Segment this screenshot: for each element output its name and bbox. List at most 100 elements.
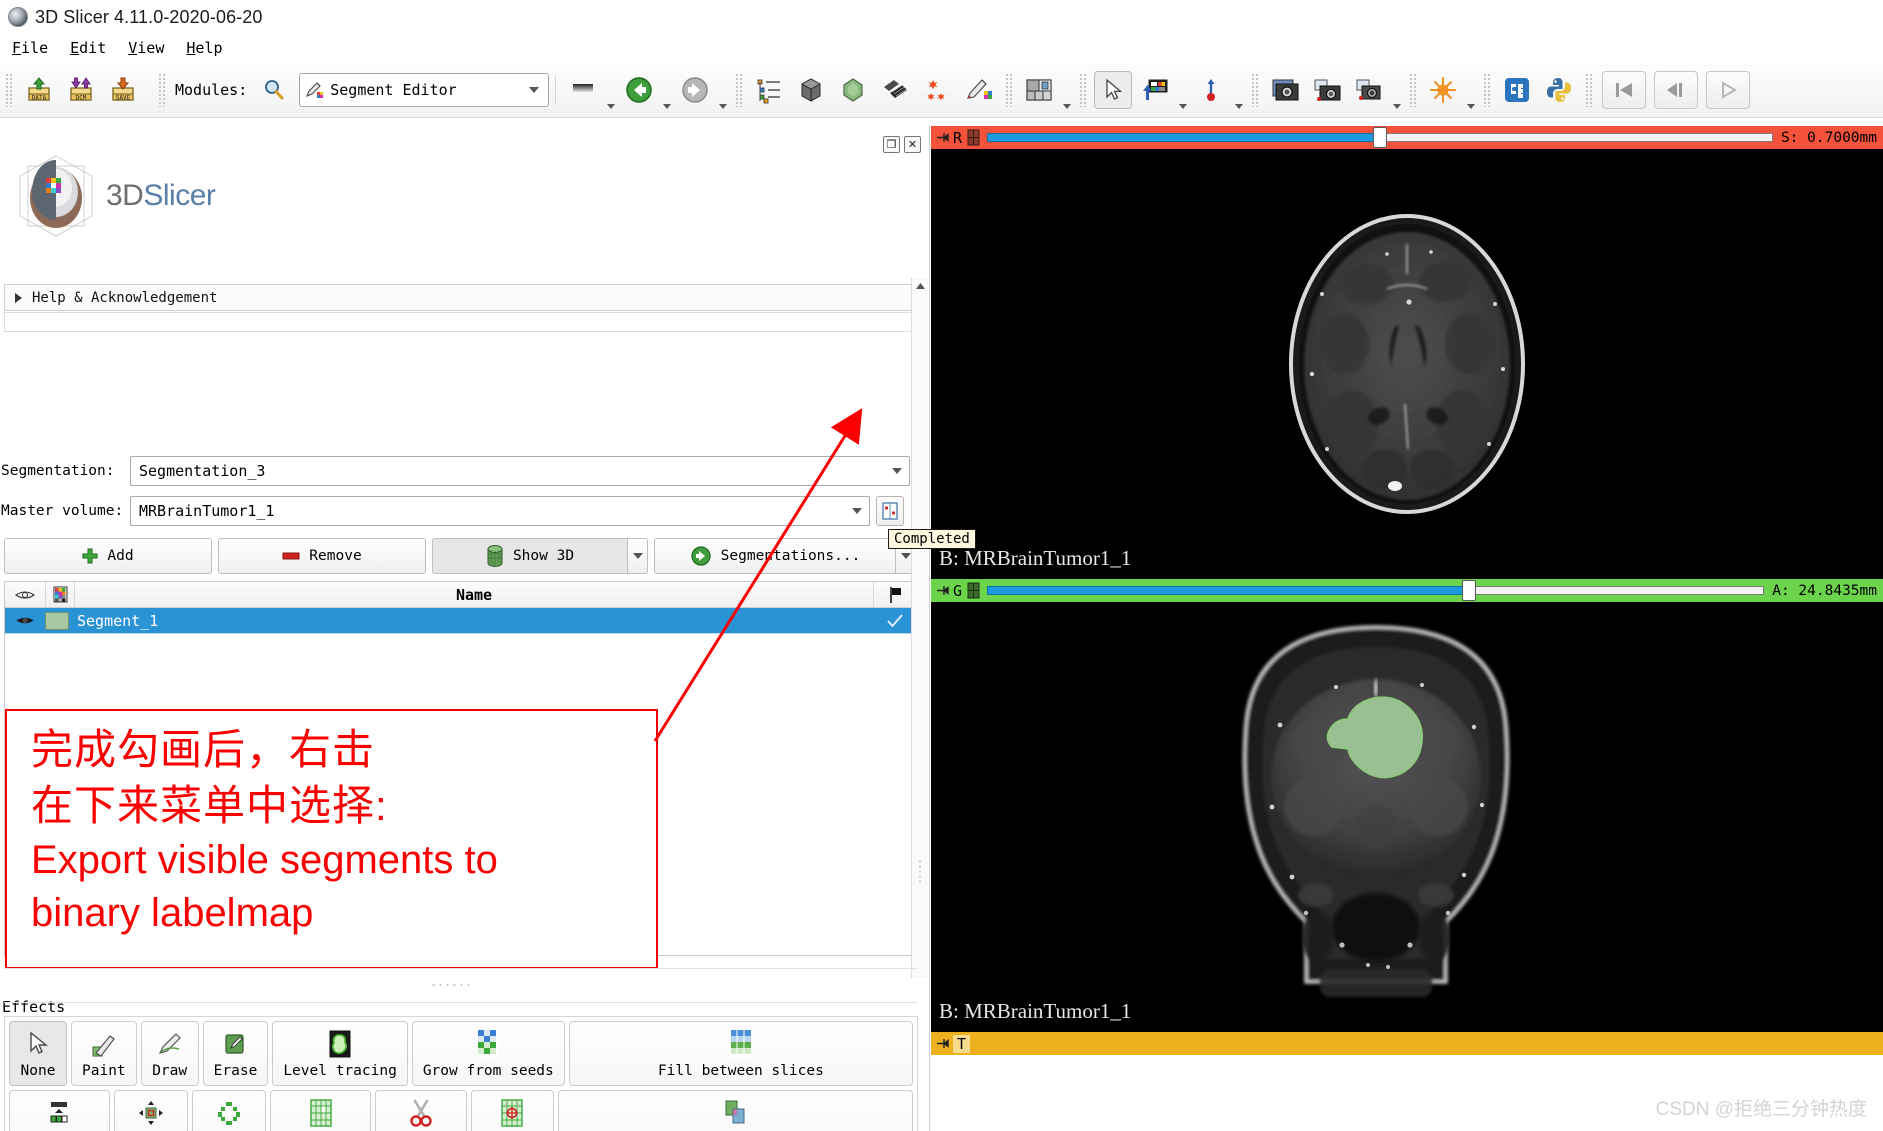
load-dicom-button[interactable]: DCM: [62, 71, 100, 109]
toolbar-grip-8[interactable]: [1483, 72, 1492, 107]
annotation-line-2: 在下来菜单中选择:: [31, 781, 388, 829]
column-name-header[interactable]: Name: [75, 586, 873, 604]
table-row[interactable]: Segment_1: [5, 608, 917, 634]
capture-icon[interactable]: [1350, 71, 1388, 109]
add-segment-button[interactable]: Add: [4, 538, 212, 574]
row-visibility-toggle[interactable]: [5, 614, 45, 627]
eye-icon[interactable]: [5, 588, 45, 602]
effect-fill-between-slices-button[interactable]: Fill between slices: [568, 1021, 913, 1086]
volume-info-icon[interactable]: [876, 496, 904, 526]
panel-scrollbar[interactable]: [911, 278, 928, 978]
red-slice-view[interactable]: B: MRBrainTumor1_1: [931, 149, 1883, 579]
markups-icon[interactable]: [960, 71, 998, 109]
load-data-button[interactable]: DATA: [20, 71, 58, 109]
toolbar-grip-7[interactable]: [1409, 72, 1418, 107]
step-back-icon[interactable]: [1654, 70, 1699, 109]
volume-rendering-icon[interactable]: [792, 71, 830, 109]
effect-margin-button[interactable]: Margin: [113, 1090, 188, 1131]
close-icon[interactable]: ✕: [904, 136, 921, 153]
segmentations-button[interactable]: Segmentations...: [654, 538, 896, 574]
toolbar-grip-2[interactable]: [158, 72, 166, 107]
menu-edit[interactable]: Edit: [70, 39, 106, 57]
color-table-icon[interactable]: [45, 582, 75, 607]
help-acknowledgement-section[interactable]: Help & Acknowledgement: [4, 284, 916, 311]
effect-erase-button[interactable]: Erase: [202, 1021, 269, 1086]
toolbar-grip-5[interactable]: [1079, 72, 1088, 107]
pin-icon[interactable]: [935, 131, 949, 145]
python-console-icon[interactable]: [1540, 71, 1578, 109]
layout-icon[interactable]: [1020, 71, 1058, 109]
mouse-pointer-icon[interactable]: [1094, 70, 1133, 109]
favorite-modules-icon[interactable]: [564, 71, 602, 109]
save-data-button[interactable]: SAVE: [104, 71, 142, 109]
remove-segment-button[interactable]: Remove: [218, 538, 426, 574]
effect-grow-from-seeds-button[interactable]: Grow from seeds: [411, 1021, 565, 1086]
effect-paint-button[interactable]: Paint: [71, 1021, 137, 1086]
effect-logical-operators-button[interactable]: Logical operators: [557, 1090, 913, 1131]
pin-icon[interactable]: [935, 1037, 949, 1051]
screenshot-icon[interactable]: [1266, 71, 1304, 109]
effect-hollow-button[interactable]: Hollow: [191, 1090, 267, 1131]
chevron-down-icon[interactable]: [1235, 104, 1244, 109]
row-segment-name[interactable]: Segment_1: [77, 612, 873, 630]
effect-scissors-button[interactable]: Scissors: [374, 1090, 467, 1131]
toolbar-grip-3[interactable]: [735, 72, 744, 107]
play-icon[interactable]: [1706, 70, 1751, 109]
green-slice-view[interactable]: B: MRBrainTumor1_1: [931, 602, 1883, 1032]
show-3d-button[interactable]: Show 3D: [432, 538, 628, 574]
chevron-down-icon[interactable]: [1063, 104, 1072, 109]
draw-pencil-icon: [155, 1029, 185, 1059]
module-selector[interactable]: Segment Editor: [299, 72, 550, 107]
toolbar-grip[interactable]: [5, 72, 13, 107]
chevron-down-icon[interactable]: [719, 104, 728, 109]
first-frame-icon[interactable]: [1602, 70, 1647, 109]
effect-islands-button[interactable]: Islands: [470, 1090, 554, 1131]
panel-splitter-handle[interactable]: [430, 982, 472, 988]
chevron-down-icon[interactable]: [607, 104, 616, 109]
previous-module-icon[interactable]: [620, 71, 658, 109]
chevron-down-icon[interactable]: [892, 468, 902, 474]
chevron-down-icon[interactable]: [663, 104, 672, 109]
menu-help[interactable]: Help: [186, 39, 222, 57]
subject-hierarchy-icon[interactable]: [750, 71, 788, 109]
effect-draw-button[interactable]: Draw: [140, 1021, 199, 1086]
chevron-down-icon[interactable]: [1467, 104, 1476, 109]
red-slice-slider[interactable]: [987, 127, 1773, 148]
next-module-icon[interactable]: [676, 71, 714, 109]
row-color-swatch[interactable]: [45, 611, 69, 630]
pin-icon[interactable]: [935, 584, 949, 598]
green-slice-slider[interactable]: [987, 580, 1765, 601]
scene-views-icon[interactable]: [1308, 71, 1346, 109]
chevron-down-icon[interactable]: [529, 86, 540, 93]
effect-threshold-button[interactable]: Threshold: [9, 1090, 110, 1131]
threshold-icon: [44, 1098, 74, 1128]
models-icon[interactable]: [834, 71, 872, 109]
toolbar-grip-9[interactable]: [1585, 72, 1594, 107]
foreground-background-icon[interactable]: [1136, 71, 1174, 109]
slice-cube-icon[interactable]: [966, 129, 981, 146]
segmentation-selector[interactable]: Segmentation_3: [130, 456, 910, 486]
scrollbar-grip[interactable]: [918, 859, 922, 883]
center-crosshair-icon[interactable]: [1424, 71, 1462, 109]
extension-manager-icon[interactable]: [1498, 71, 1536, 109]
master-volume-selector[interactable]: MRBrainTumor1_1: [130, 496, 870, 526]
effect-level-tracing-button[interactable]: Level tracing: [272, 1021, 408, 1086]
menu-file[interactable]: File: [12, 39, 48, 57]
toolbar-grip-4[interactable]: [1005, 72, 1014, 107]
green-slice-label: B: MRBrainTumor1_1: [939, 999, 1132, 1023]
chevron-down-icon[interactable]: [1179, 104, 1188, 109]
effect-smoothing-button[interactable]: Smoothing: [270, 1090, 371, 1131]
toolbar-grip-6[interactable]: [1251, 72, 1260, 107]
registration-icon[interactable]: [918, 71, 956, 109]
chevron-down-icon[interactable]: [852, 508, 862, 514]
restore-icon[interactable]: ❐: [883, 136, 900, 153]
menu-view[interactable]: View: [128, 39, 164, 57]
scroll-up-arrow-icon[interactable]: [912, 278, 928, 294]
magnifier-icon[interactable]: [255, 71, 293, 109]
crosshair-jump-icon[interactable]: [1192, 71, 1230, 109]
transforms-icon[interactable]: [876, 71, 914, 109]
show-3d-options-button[interactable]: [628, 538, 648, 574]
effect-none-button[interactable]: None: [9, 1021, 67, 1086]
slice-cube-icon[interactable]: [966, 582, 981, 599]
chevron-down-icon[interactable]: [1393, 104, 1402, 109]
